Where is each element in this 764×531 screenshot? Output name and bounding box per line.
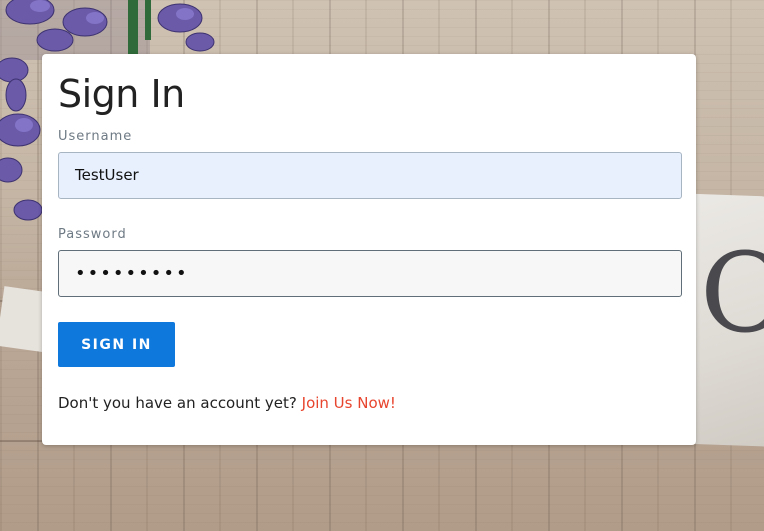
page-title: Sign In bbox=[58, 72, 185, 116]
sign-in-button[interactable]: SIGN IN bbox=[58, 322, 175, 367]
username-field[interactable]: TestUser bbox=[58, 152, 682, 199]
block-letter: O bbox=[700, 229, 764, 357]
signup-prompt-text: Don't you have an account yet? bbox=[58, 394, 297, 412]
signup-prompt: Don't you have an account yet? Join Us N… bbox=[58, 394, 396, 412]
password-label: Password bbox=[58, 227, 127, 242]
join-us-link[interactable]: Join Us Now! bbox=[302, 394, 396, 412]
sign-in-card: Sign In Username TestUser Password •••••… bbox=[42, 54, 696, 445]
username-label: Username bbox=[58, 129, 133, 144]
password-field[interactable]: ••••••••• bbox=[58, 250, 682, 297]
